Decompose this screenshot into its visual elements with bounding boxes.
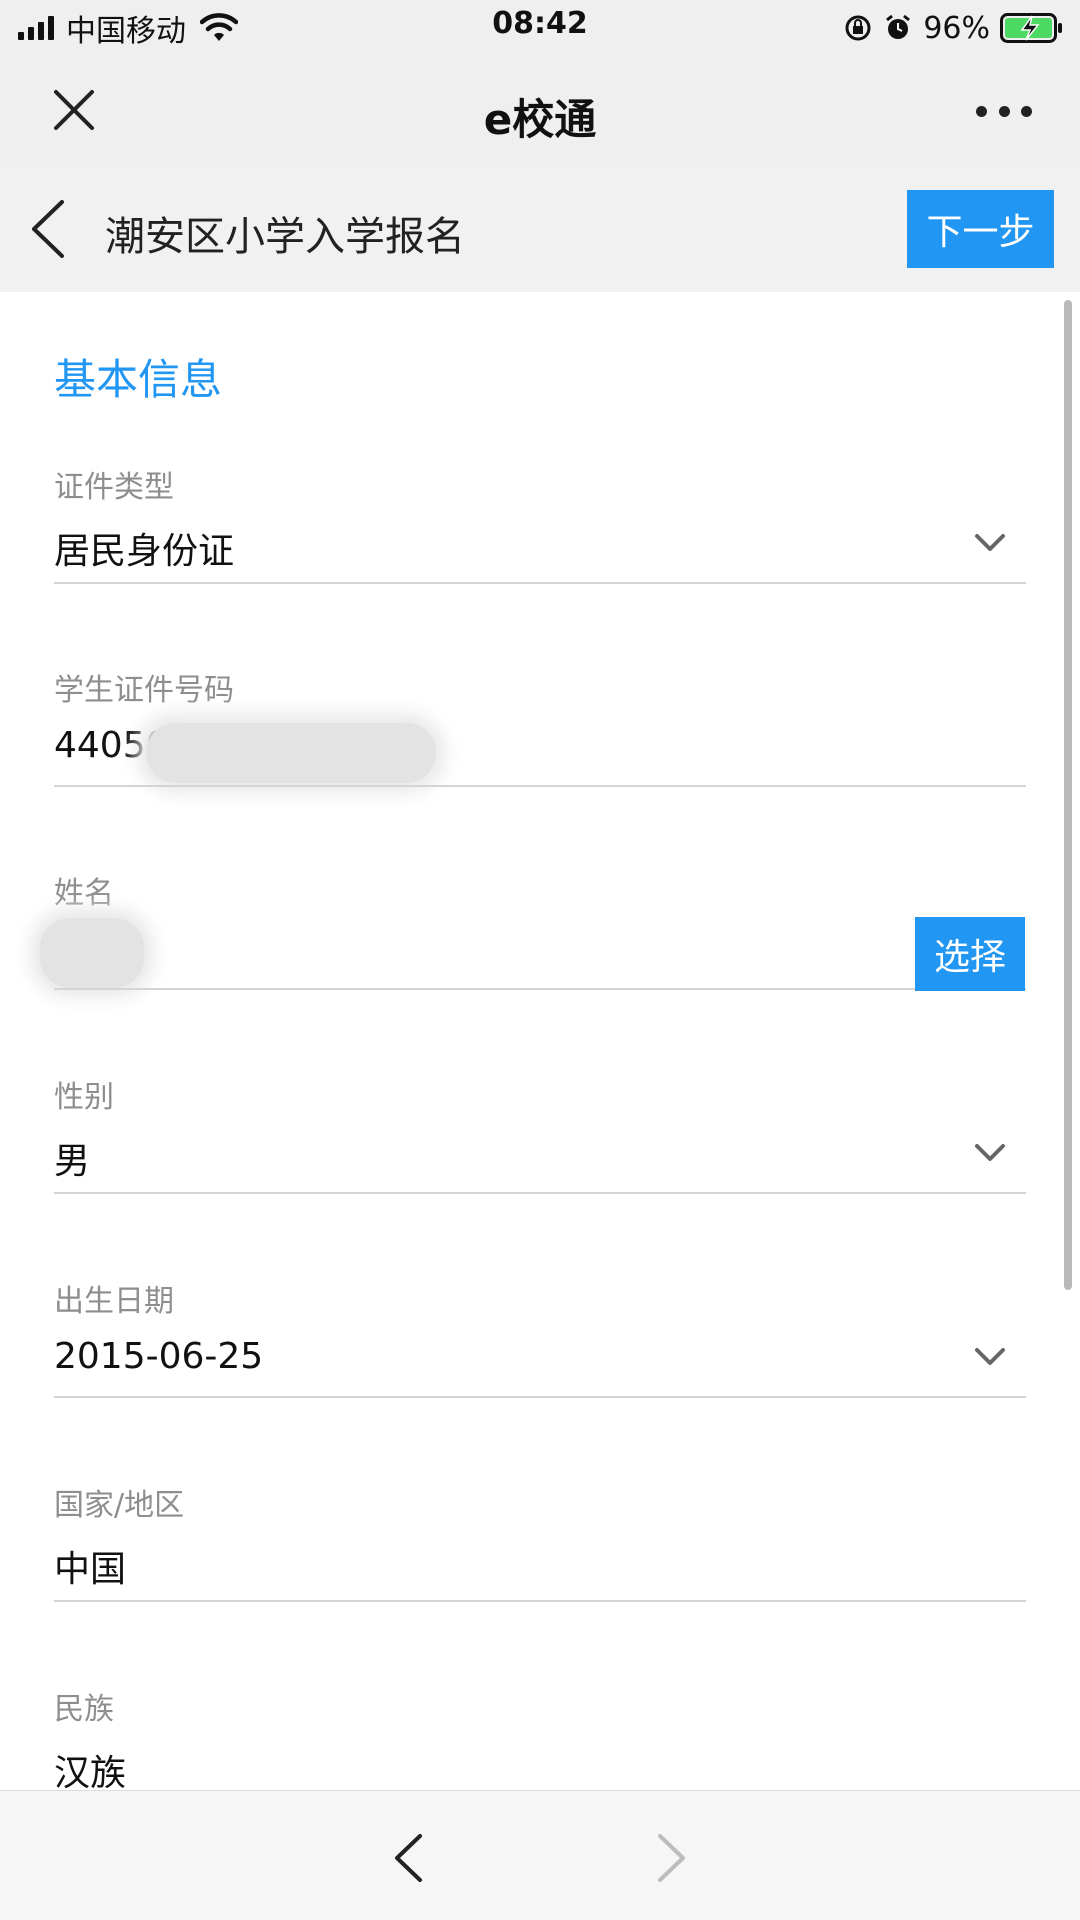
battery-percent: 96% [923,10,990,46]
battery-charging-icon [1000,13,1062,43]
chevron-down-icon [975,534,1005,551]
field-value: 居民身份证 [54,531,235,572]
chevron-down-icon [975,1144,1005,1161]
page-title: 潮安区小学入学报名 [105,214,465,260]
chevron-down-icon [975,1348,1005,1365]
scrollbar[interactable] [1064,300,1072,1290]
redacted-blur [40,918,144,988]
divider [54,582,1026,584]
divider [54,1396,1026,1398]
redacted-blur [146,723,436,783]
divider [54,1600,1026,1602]
page-header: 潮安区小学入学报名 下一步 [0,168,1080,292]
bottom-toolbar [0,1790,1080,1920]
field-value: 男 [54,1141,91,1182]
nav-back-icon[interactable] [392,1833,424,1883]
status-bar: 中国移动 08:42 96% [0,0,1080,56]
field-label: 姓名 [54,876,114,911]
field-label: 学生证件号码 [54,673,234,708]
field-value: 汉族 [54,1753,127,1794]
divider [54,1192,1026,1194]
field-value: 2015-06-25 [54,1336,264,1377]
divider [54,988,1026,990]
status-right: 96% [843,8,1064,48]
select-name-button[interactable]: 选择 [915,917,1025,991]
field-label: 出生日期 [54,1284,174,1319]
field-label: 国家/地区 [54,1488,185,1523]
more-icon[interactable] [976,100,1032,122]
field-label: 民族 [54,1692,114,1727]
next-step-button[interactable]: 下一步 [907,190,1054,268]
app-title: e校通 [483,95,597,144]
section-title: 基本信息 [54,355,223,404]
title-bar: e校通 [0,56,1080,168]
back-icon[interactable] [28,198,68,260]
alarm-icon [886,14,911,39]
field-value: 中国 [54,1549,127,1590]
field-label: 性别 [54,1080,114,1115]
orientation-lock-icon [845,15,871,41]
divider [54,785,1026,787]
nav-forward-icon[interactable] [656,1833,688,1883]
field-label: 证件类型 [54,470,174,505]
